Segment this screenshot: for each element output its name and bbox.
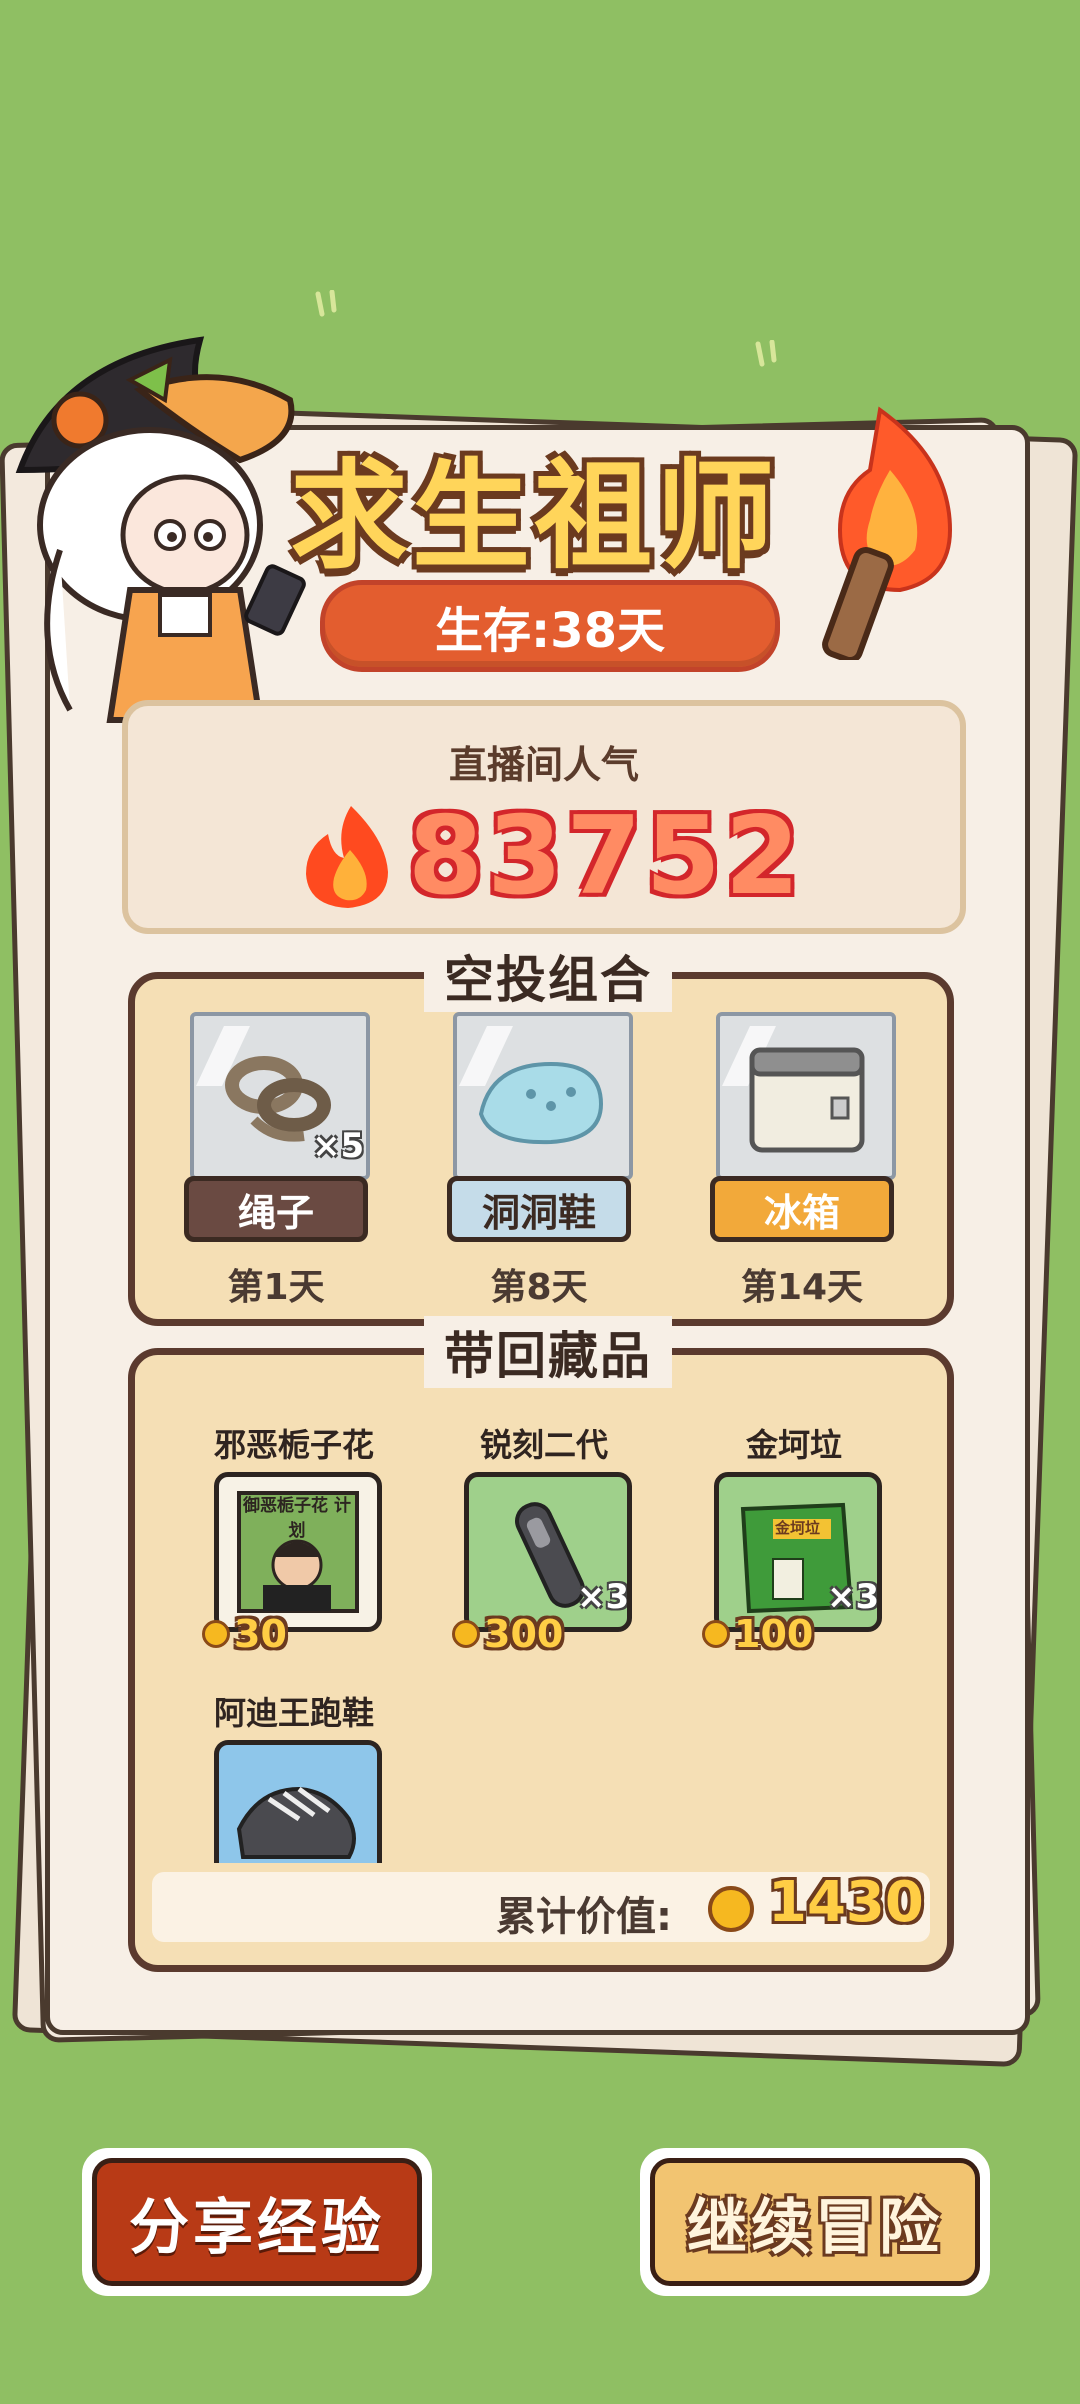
airdrop-name-plate: 洞洞鞋 bbox=[447, 1176, 631, 1242]
popularity-label: 直播间人气 bbox=[448, 743, 639, 787]
airdrop-day: 第8天 bbox=[490, 1267, 588, 1308]
quantity-badge: ×3 bbox=[827, 1577, 880, 1617]
survival-days-banner: 生存:38天 bbox=[320, 580, 780, 672]
clog-shoe-icon bbox=[478, 1061, 604, 1145]
total-value-label: 累计价值: bbox=[496, 1894, 672, 1940]
fridge-icon bbox=[749, 1047, 865, 1153]
coin-icon bbox=[452, 1620, 480, 1648]
share-experience-button[interactable]: 分享经验 bbox=[82, 2148, 432, 2296]
character-avatar bbox=[15, 336, 306, 760]
share-experience-label: 分享经验 bbox=[92, 2158, 422, 2286]
comic-book-title: 御恶栀子花 计划 bbox=[243, 1496, 351, 1541]
airdrop-card-rope[interactable]: ×5 bbox=[190, 1012, 370, 1180]
quantity-badge: ×5 bbox=[312, 1126, 365, 1166]
collection-item-price: 100 bbox=[702, 1612, 813, 1656]
collection-item-price: 300 bbox=[452, 1612, 563, 1656]
collection-title: 带回藏品 bbox=[424, 1316, 672, 1388]
total-value-bar: 累计价值: 1430 bbox=[152, 1870, 930, 1942]
sneaker-icon bbox=[236, 1786, 356, 1859]
continue-adventure-button[interactable]: 继续冒险 bbox=[640, 2148, 990, 2296]
bag-label: 金坷垃 bbox=[775, 1519, 821, 1537]
collection-item-name: 金坷垃 bbox=[745, 1426, 842, 1464]
airdrop-name-plate: 冰箱 bbox=[710, 1176, 894, 1242]
collection-item-name: 锐刻二代 bbox=[479, 1426, 608, 1464]
collection-item-price: 30 bbox=[202, 1612, 287, 1656]
airdrop-card-fridge[interactable] bbox=[716, 1012, 896, 1180]
quantity-badge: ×3 bbox=[577, 1577, 630, 1617]
airdrop-card-clogs[interactable] bbox=[453, 1012, 633, 1180]
continue-adventure-label: 继续冒险 bbox=[650, 2158, 980, 2286]
airdrop-name-plate: 绳子 bbox=[184, 1176, 368, 1242]
coin-icon bbox=[708, 1886, 754, 1932]
collection-item-card[interactable]: ×3 bbox=[464, 1472, 632, 1632]
collection-item-card[interactable] bbox=[214, 1740, 382, 1863]
fire-icon bbox=[306, 806, 388, 908]
popularity-value: 83752 bbox=[408, 794, 804, 919]
coin-icon bbox=[702, 1620, 730, 1648]
torch-icon bbox=[822, 406, 953, 660]
total-value: 1430 bbox=[768, 1870, 924, 1935]
sparkle-icon bbox=[755, 340, 777, 367]
collection-item-name: 阿迪王跑鞋 bbox=[213, 1694, 374, 1732]
collection-item-card[interactable]: 御恶栀子花 计划 bbox=[214, 1472, 382, 1632]
game-title: 求生祖师 bbox=[290, 447, 779, 585]
collection-item-card[interactable]: 金坷垃 ×3 bbox=[714, 1472, 882, 1632]
airdrop-title: 空投组合 bbox=[424, 940, 672, 1012]
coin-icon bbox=[202, 1620, 230, 1648]
airdrop-day: 第14天 bbox=[740, 1267, 864, 1308]
airdrop-day: 第1天 bbox=[227, 1267, 325, 1308]
collection-item-name: 邪恶栀子花 bbox=[213, 1426, 374, 1464]
popularity-panel: 直播间人气 83752 bbox=[122, 700, 966, 934]
